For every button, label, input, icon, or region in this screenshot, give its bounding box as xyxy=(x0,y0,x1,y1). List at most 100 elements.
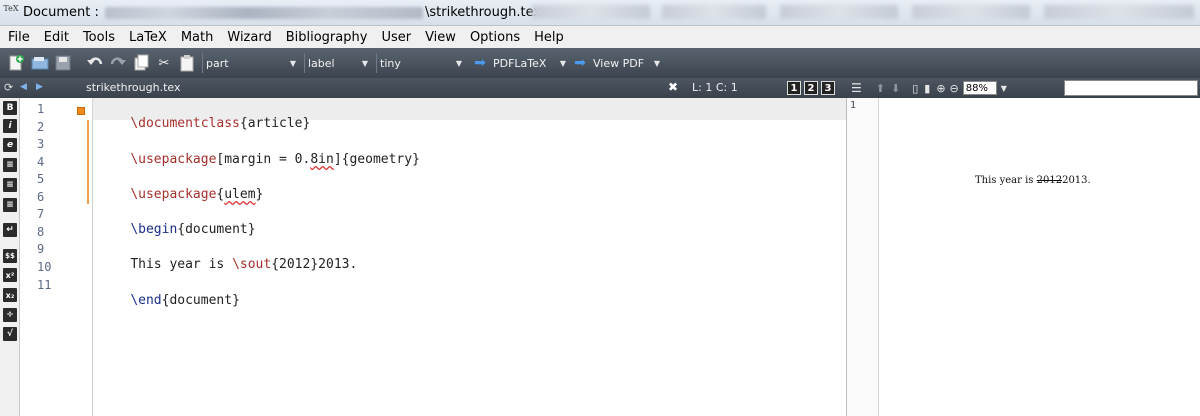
latex-environment-command: \end xyxy=(130,293,162,308)
latex-command: \sout xyxy=(232,257,272,272)
blurred-taskbar-region xyxy=(1044,5,1194,19)
chevron-down-icon: ▼ xyxy=(455,58,462,68)
latex-option: [margin = 0. xyxy=(216,152,311,167)
size-combo[interactable]: tiny ▼ xyxy=(376,53,464,73)
tab-strikethrough[interactable]: strikethrough.tex xyxy=(86,81,180,94)
run-arrow-icon[interactable]: ➡ xyxy=(472,55,488,71)
layout-one-button[interactable]: 1 xyxy=(787,81,801,95)
latex-argument: {document} xyxy=(177,222,256,237)
menu-help[interactable]: Help xyxy=(527,30,571,45)
latex-command: \usepackage xyxy=(130,187,217,202)
compile-combo-value: PDFLaTeX xyxy=(493,56,547,70)
square-root-icon[interactable]: √ xyxy=(3,327,17,341)
latex-argument: {document} xyxy=(161,293,240,308)
view-combo[interactable]: View PDF ▼ xyxy=(590,53,662,73)
size-combo-value: tiny xyxy=(380,56,401,70)
layout-two-button[interactable]: 2 xyxy=(804,81,818,95)
line-number: 7 xyxy=(37,207,45,221)
fit-page-icon[interactable]: ▮ xyxy=(924,82,930,95)
line-number: 9 xyxy=(37,242,45,256)
plain-text: This year is xyxy=(130,257,233,272)
symbol-panel: B i e ≡ ≡ ≡ ↵ $$ x² x₂ ÷ √ xyxy=(0,98,20,416)
italic-icon[interactable]: i xyxy=(3,119,17,133)
latex-command: \usepackage xyxy=(130,152,217,167)
copy-icon[interactable] xyxy=(132,54,150,72)
blurred-taskbar-region xyxy=(662,5,766,19)
view-arrow-icon[interactable]: ➡ xyxy=(572,55,588,71)
zoom-dropdown-icon[interactable]: ▼ xyxy=(1001,84,1007,93)
cut-icon[interactable]: ✂ xyxy=(155,54,173,72)
paste-icon[interactable] xyxy=(178,54,196,72)
zoom-level[interactable]: 88% xyxy=(962,81,997,95)
pdf-page-number: 1 xyxy=(850,100,857,111)
compile-combo[interactable]: PDFLaTeX ▼ xyxy=(490,53,568,73)
menu-file[interactable]: File xyxy=(0,30,37,45)
page-icon[interactable]: ▯ xyxy=(912,82,918,95)
align-right-icon[interactable]: ≡ xyxy=(3,198,17,212)
line-number: 11 xyxy=(37,278,52,292)
menu-latex[interactable]: LaTeX xyxy=(122,30,174,45)
new-line-icon[interactable]: ↵ xyxy=(3,223,17,237)
pdf-viewer[interactable]: 1 This year is 20122013. xyxy=(847,98,1200,416)
subscript-icon[interactable]: x₂ xyxy=(3,288,17,302)
texmaker-app-icon: TeX xyxy=(3,3,19,13)
new-file-icon[interactable] xyxy=(8,54,26,72)
chevron-down-icon: ▼ xyxy=(653,58,660,68)
align-center-icon[interactable]: ≡ xyxy=(3,178,17,192)
menu-bibliography[interactable]: Bibliography xyxy=(279,30,375,45)
pdf-rendered-text: This year is 20122013. xyxy=(975,175,1091,186)
next-document-icon[interactable]: ▶ xyxy=(36,82,43,92)
spellcheck-word: ulem xyxy=(224,187,256,202)
spellcheck-word: 8in xyxy=(310,152,334,167)
close-tab-icon[interactable]: ✖ xyxy=(668,80,678,94)
layout-three-button[interactable]: 3 xyxy=(821,81,835,95)
superscript-icon[interactable]: x² xyxy=(3,268,17,282)
menu-math[interactable]: Math xyxy=(174,30,221,45)
blurred-taskbar-region xyxy=(532,5,650,19)
blurred-path-region xyxy=(105,6,423,19)
menu-tools[interactable]: Tools xyxy=(76,30,122,45)
refresh-icon[interactable]: ⟳ xyxy=(4,81,13,94)
label-combo-value: label xyxy=(308,56,335,70)
save-icon[interactable] xyxy=(54,54,72,72)
previous-document-icon[interactable]: ◀ xyxy=(20,82,27,92)
math-mode-icon[interactable]: $$ xyxy=(3,249,17,263)
align-left-icon[interactable]: ≡ xyxy=(3,158,17,172)
label-combo[interactable]: label ▼ xyxy=(304,53,370,73)
open-file-icon[interactable] xyxy=(31,54,49,72)
pdf-search-input[interactable] xyxy=(1064,80,1198,96)
pdf-strikethrough-text: 2012 xyxy=(1036,175,1063,186)
menu-wizard[interactable]: Wizard xyxy=(220,30,278,45)
menu-edit[interactable]: Edit xyxy=(37,30,76,45)
code-editor[interactable]: \documentclass{article} \usepackage[marg… xyxy=(93,98,846,416)
code-line: \end{document} xyxy=(99,278,240,323)
line-number: 3 xyxy=(37,137,45,151)
menu-user[interactable]: User xyxy=(374,30,418,45)
bold-icon[interactable]: B xyxy=(3,101,17,115)
latex-argument: {article} xyxy=(239,116,311,131)
structure-combo-value: part xyxy=(206,56,229,70)
line-number: 5 xyxy=(37,172,45,186)
structure-list-icon[interactable]: ☰ xyxy=(851,81,862,95)
structure-combo[interactable]: part ▼ xyxy=(202,53,298,73)
blurred-taskbar-region xyxy=(912,5,1030,19)
chevron-down-icon: ▼ xyxy=(559,58,566,68)
zoom-in-icon[interactable]: ⊕ xyxy=(936,82,945,95)
bookmark-marker-icon[interactable] xyxy=(77,107,85,115)
window-title-file: \strikethrough.tex xyxy=(425,5,542,20)
line-number: 10 xyxy=(37,260,52,274)
blurred-taskbar-region xyxy=(780,5,898,19)
zoom-out-icon[interactable]: ⊖ xyxy=(950,82,959,95)
page-up-icon[interactable]: ⬆ xyxy=(876,82,885,95)
menu-options[interactable]: Options xyxy=(463,30,527,45)
undo-icon[interactable] xyxy=(86,54,104,72)
emphasis-icon[interactable]: e xyxy=(3,138,17,152)
redo-icon[interactable] xyxy=(109,54,127,72)
editor-tab-bar: ⟳ ◀ ▶ strikethrough.tex ✖ L: 1 C: 1 1 2 … xyxy=(0,78,847,98)
view-combo-value: View PDF xyxy=(593,56,645,70)
main-toolbar: ✂ part ▼ label ▼ tiny ▼ ➡ PDFLaTeX ▼ ➡ V… xyxy=(0,48,1200,78)
latex-environment-command: \begin xyxy=(130,222,178,237)
fraction-icon[interactable]: ÷ xyxy=(3,308,17,322)
page-down-icon[interactable]: ⬇ xyxy=(891,82,900,95)
menu-view[interactable]: View xyxy=(418,30,463,45)
